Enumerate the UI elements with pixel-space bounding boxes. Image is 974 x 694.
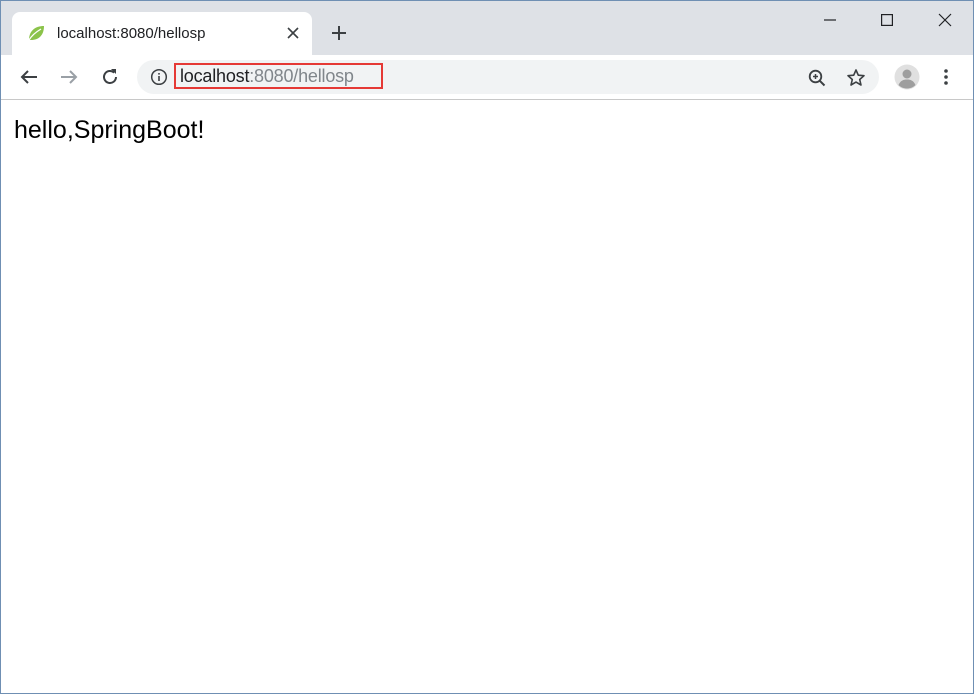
tab-active[interactable]: localhost:8080/hellosp — [12, 12, 312, 55]
url-host: localhost — [180, 66, 250, 86]
url-text[interactable]: localhost:8080/hellosp — [180, 66, 354, 87]
new-tab-plus-icon[interactable] — [327, 21, 351, 45]
minimize-icon[interactable] — [815, 7, 845, 33]
back-arrow-icon[interactable] — [16, 64, 42, 90]
address-bar[interactable]: localhost:8080/hellosp — [137, 60, 879, 94]
kebab-menu-icon[interactable] — [935, 64, 957, 90]
page-body-text: hello,SpringBoot! — [14, 116, 205, 144]
title-bar: localhost:8080/hellosp — [1, 1, 973, 55]
reload-icon[interactable] — [97, 64, 123, 90]
close-icon[interactable] — [930, 7, 960, 33]
profile-avatar-icon[interactable] — [894, 64, 920, 90]
tab-close-icon[interactable] — [283, 23, 303, 43]
bookmark-star-icon[interactable] — [845, 67, 867, 89]
tab-title: localhost:8080/hellosp — [57, 25, 206, 42]
site-info-icon[interactable] — [150, 68, 168, 86]
browser-window: localhost:8080/hellosp localhost:8080/he… — [0, 0, 974, 694]
url-path: :8080/hellosp — [249, 66, 354, 86]
page-content: hello,SpringBoot! — [1, 100, 973, 693]
forward-arrow-icon[interactable] — [56, 64, 82, 90]
maximize-icon[interactable] — [872, 7, 902, 33]
zoom-icon[interactable] — [806, 67, 828, 89]
spring-leaf-icon — [26, 23, 46, 43]
browser-toolbar: localhost:8080/hellosp — [1, 55, 973, 100]
